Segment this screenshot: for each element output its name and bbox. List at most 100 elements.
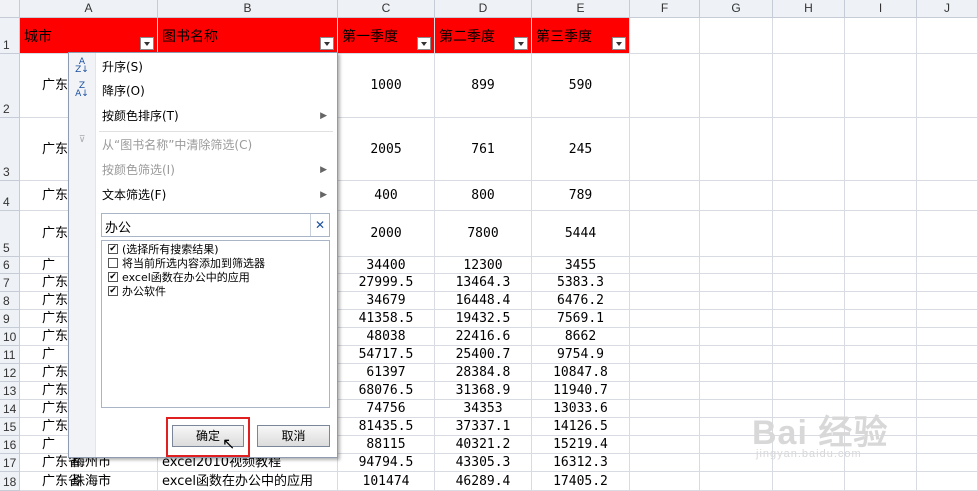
empty-cell[interactable]: [773, 181, 845, 211]
row-header-1[interactable]: 1: [0, 18, 20, 54]
row-header-5[interactable]: 5: [0, 211, 20, 257]
empty-cell[interactable]: [917, 400, 978, 418]
cell-q2[interactable]: 800: [435, 181, 532, 211]
empty-cell[interactable]: [845, 364, 917, 382]
empty-cell[interactable]: [845, 346, 917, 364]
checkbox-checked-icon[interactable]: ✔: [108, 272, 118, 282]
empty-cell[interactable]: [845, 257, 917, 274]
empty-cell[interactable]: [845, 310, 917, 328]
empty-cell[interactable]: [917, 292, 978, 310]
empty-cell[interactable]: [917, 436, 978, 454]
empty-cell[interactable]: [773, 346, 845, 364]
cell-q3[interactable]: 789: [532, 181, 630, 211]
row-header-12[interactable]: 12: [0, 364, 20, 382]
cell-q3[interactable]: 6476.2: [532, 292, 630, 310]
empty-cell[interactable]: [700, 54, 773, 118]
cell-q3[interactable]: 5444: [532, 211, 630, 257]
empty-cell[interactable]: [630, 181, 700, 211]
cell-q2[interactable]: 43305.3: [435, 454, 532, 472]
cell-q2[interactable]: 37337.1: [435, 418, 532, 436]
cancel-button[interactable]: 取消: [257, 425, 330, 447]
column-header-a[interactable]: A: [20, 0, 158, 18]
row-header-6[interactable]: 6: [0, 257, 20, 274]
menu-item-sort-ascending[interactable]: A Z↓ 升序(S): [69, 55, 337, 79]
empty-cell[interactable]: [773, 118, 845, 181]
empty-cell[interactable]: [845, 382, 917, 400]
empty-cell[interactable]: [773, 364, 845, 382]
row-header-4[interactable]: 4: [0, 181, 20, 211]
empty-cell[interactable]: [917, 364, 978, 382]
empty-cell[interactable]: [773, 328, 845, 346]
row-header-9[interactable]: 9: [0, 310, 20, 328]
cell-q3[interactable]: 10847.8: [532, 364, 630, 382]
menu-item-sort-by-color[interactable]: 按颜色排序(T) ▶: [69, 104, 337, 128]
cell-q1[interactable]: 101474: [338, 472, 435, 491]
cell-q1[interactable]: 74756: [338, 400, 435, 418]
filter-search-input[interactable]: 办公 ✕: [101, 213, 330, 237]
cell-q1[interactable]: 81435.5: [338, 418, 435, 436]
filter-dropdown-button[interactable]: [612, 37, 626, 50]
empty-cell[interactable]: [630, 364, 700, 382]
column-header-h[interactable]: H: [773, 0, 845, 18]
cell-q2[interactable]: 16448.4: [435, 292, 532, 310]
empty-cell[interactable]: [630, 292, 700, 310]
row-header-2[interactable]: 2: [0, 54, 20, 118]
menu-item-sort-descending[interactable]: Z A↓ 降序(O): [69, 79, 337, 103]
empty-cell[interactable]: [700, 364, 773, 382]
clear-search-icon[interactable]: ✕: [310, 214, 329, 236]
filter-dropdown-button[interactable]: [514, 37, 528, 50]
column-header-g[interactable]: G: [700, 0, 773, 18]
cell-q2[interactable]: 22416.6: [435, 328, 532, 346]
cell-q1[interactable]: 2000: [338, 211, 435, 257]
cell-q2[interactable]: 12300: [435, 257, 532, 274]
empty-cell[interactable]: [773, 292, 845, 310]
cell-q2[interactable]: 899: [435, 54, 532, 118]
checkbox-checked-icon[interactable]: ✔: [108, 244, 118, 254]
empty-cell[interactable]: [700, 274, 773, 292]
header-cell-q1[interactable]: 第一季度: [338, 18, 435, 54]
filter-option-office-software[interactable]: ✔ 办公软件: [108, 285, 166, 299]
filter-dropdown-button[interactable]: [320, 37, 334, 50]
cell-q2[interactable]: 28384.8: [435, 364, 532, 382]
select-all-corner[interactable]: [0, 0, 20, 18]
empty-cell[interactable]: [845, 211, 917, 257]
empty-cell[interactable]: [917, 18, 978, 54]
cell-q3[interactable]: 13033.6: [532, 400, 630, 418]
cell-q2[interactable]: 31368.9: [435, 382, 532, 400]
empty-cell[interactable]: [700, 181, 773, 211]
cell-q1[interactable]: 94794.5: [338, 454, 435, 472]
empty-cell[interactable]: [917, 382, 978, 400]
empty-cell[interactable]: [773, 310, 845, 328]
column-header-c[interactable]: C: [338, 0, 435, 18]
empty-cell[interactable]: [630, 328, 700, 346]
empty-cell[interactable]: [917, 257, 978, 274]
empty-cell[interactable]: [773, 472, 845, 491]
empty-cell[interactable]: [845, 472, 917, 491]
cell-c18[interactable]: excel函数在办公中的应用: [158, 472, 338, 491]
empty-cell[interactable]: [700, 328, 773, 346]
filter-option-add-to-filter[interactable]: 将当前所选内容添加到筛选器: [108, 257, 265, 271]
cell-q3[interactable]: 3455: [532, 257, 630, 274]
cell-q1[interactable]: 48038: [338, 328, 435, 346]
cell-q1[interactable]: 68076.5: [338, 382, 435, 400]
cell-q2[interactable]: 25400.7: [435, 346, 532, 364]
cell-q2[interactable]: 19432.5: [435, 310, 532, 328]
empty-cell[interactable]: [917, 310, 978, 328]
column-header-f[interactable]: F: [630, 0, 700, 18]
empty-cell[interactable]: [917, 418, 978, 436]
empty-cell[interactable]: [845, 118, 917, 181]
empty-cell[interactable]: [700, 18, 773, 54]
empty-cell[interactable]: [845, 328, 917, 346]
empty-cell[interactable]: [773, 211, 845, 257]
empty-cell[interactable]: [700, 382, 773, 400]
cell-b18[interactable]: 珠海市: [60, 472, 158, 491]
empty-cell[interactable]: [630, 382, 700, 400]
cell-q1[interactable]: 41358.5: [338, 310, 435, 328]
empty-cell[interactable]: [917, 211, 978, 257]
checkbox-unchecked-icon[interactable]: [108, 258, 118, 268]
empty-cell[interactable]: [630, 418, 700, 436]
cell-q2[interactable]: 13464.3: [435, 274, 532, 292]
empty-cell[interactable]: [630, 18, 700, 54]
empty-cell[interactable]: [773, 382, 845, 400]
empty-cell[interactable]: [630, 257, 700, 274]
